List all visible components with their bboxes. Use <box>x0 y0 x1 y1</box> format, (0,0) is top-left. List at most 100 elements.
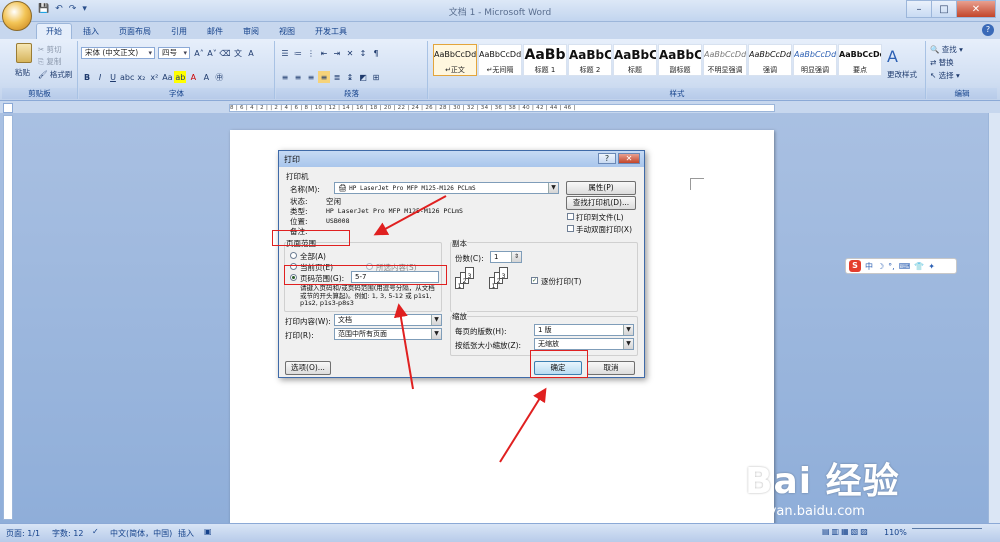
tab-insert[interactable]: 插入 <box>74 24 108 39</box>
style-emphasis[interactable]: AaBbCcDd 强调 <box>748 44 792 76</box>
properties-button[interactable]: 属性(P) <box>566 181 636 195</box>
change-styles-icon[interactable]: A <box>887 47 898 66</box>
ime-tools-icon[interactable]: ✦ <box>928 262 935 271</box>
status-insert-mode[interactable]: 插入 <box>178 528 194 539</box>
minimize-button[interactable]: – <box>906 0 932 18</box>
style-heading-2[interactable]: AaBbC 标题 2 <box>568 44 612 76</box>
status-words[interactable]: 字数: 12 <box>52 528 83 539</box>
chinese-layout-icon[interactable]: ✕ <box>344 47 356 59</box>
phonetic-icon[interactable]: 文 <box>232 47 244 59</box>
options-button[interactable]: 选项(O)... <box>285 361 331 375</box>
collate-checkbox[interactable]: ✓ <box>531 277 538 284</box>
ime-keyboard-icon[interactable]: ⌨ <box>899 262 911 271</box>
char-border-icon[interactable]: A <box>245 47 257 59</box>
center-icon[interactable]: ≡ <box>292 71 304 83</box>
char-shading-icon[interactable]: A <box>200 71 212 83</box>
print-what-select[interactable]: 文档 ▼ <box>334 314 442 326</box>
superscript-icon[interactable]: x² <box>148 71 160 83</box>
tab-home[interactable]: 开始 <box>36 23 72 39</box>
decrease-indent-icon[interactable]: ⇤ <box>318 47 330 59</box>
ime-punct-icon[interactable]: °, <box>888 262 895 271</box>
multilevel-icon[interactable]: ⋮ <box>305 47 317 59</box>
tab-review[interactable]: 审阅 <box>234 24 268 39</box>
vertical-ruler[interactable] <box>3 115 13 520</box>
status-page[interactable]: 页面: 1/1 <box>6 528 40 539</box>
tab-developer[interactable]: 开发工具 <box>306 24 356 39</box>
cut-button[interactable]: ✂ 剪切 <box>38 44 62 55</box>
numbering-icon[interactable]: ≔ <box>292 47 304 59</box>
change-styles-button[interactable]: 更改样式 <box>887 69 917 80</box>
dialog-help-button[interactable]: ? <box>598 153 616 164</box>
find-button[interactable]: 🔍 查找 ▾ <box>930 44 963 55</box>
ime-moon-icon[interactable]: ☽ <box>877 262 884 271</box>
select-button[interactable]: ↖ 选择 ▾ <box>930 70 960 81</box>
tab-page-layout[interactable]: 页面布局 <box>110 24 160 39</box>
help-icon[interactable]: ? <box>982 24 994 36</box>
sort-icon[interactable]: ↕ <box>357 47 369 59</box>
tab-mailings[interactable]: 邮件 <box>198 24 232 39</box>
grow-font-icon[interactable]: A˄ <box>193 47 205 59</box>
format-painter-button[interactable]: 🖌 格式刷 <box>38 69 72 80</box>
style-title[interactable]: AaBbC 标题 <box>613 44 657 76</box>
clear-format-icon[interactable]: ⌫ <box>219 47 231 59</box>
close-button[interactable]: ✕ <box>956 0 996 18</box>
find-printer-button[interactable]: 查找打印机(D)... <box>566 196 636 210</box>
print-to-file-checkbox[interactable] <box>567 213 574 220</box>
paste-icon[interactable] <box>16 43 32 63</box>
style-normal[interactable]: AaBbCcDd ↵正文 <box>433 44 477 76</box>
tab-stop-selector[interactable] <box>3 103 13 113</box>
pages-per-sheet-select[interactable]: 1 版 ▼ <box>534 324 634 336</box>
spellcheck-icon[interactable]: ✓ <box>92 527 99 536</box>
macro-record-icon[interactable]: ▣ <box>204 527 212 536</box>
increase-indent-icon[interactable]: ⇥ <box>331 47 343 59</box>
line-spacing-icon[interactable]: ↨ <box>344 71 356 83</box>
style-intense-emphasis[interactable]: AaBbCcDd 明显强调 <box>793 44 837 76</box>
font-name-combo[interactable]: 宋体 (中文正文) <box>81 47 155 59</box>
italic-icon[interactable]: I <box>94 71 106 83</box>
office-button[interactable] <box>2 1 32 31</box>
printer-name-select[interactable]: 🖨 HP LaserJet Pro MFP M125-M126 PCLmS ▼ <box>334 182 559 194</box>
style-heading-1[interactable]: AaBb 标题 1 <box>523 44 567 76</box>
copy-button[interactable]: ⎘ 复制 <box>38 56 61 67</box>
spinner-icon[interactable]: ⇕ <box>511 252 521 262</box>
print-select[interactable]: 范围中所有页面 ▼ <box>334 328 442 340</box>
shrink-font-icon[interactable]: A˅ <box>206 47 218 59</box>
strikethrough-icon[interactable]: abc <box>120 71 134 83</box>
shading-icon[interactable]: ◩ <box>357 71 369 83</box>
change-case-icon[interactable]: Aa <box>161 71 173 83</box>
ime-skin-icon[interactable]: 👕 <box>914 262 924 271</box>
view-buttons[interactable]: ▤▥▦▧▨ <box>822 527 870 536</box>
zoom-slider[interactable] <box>912 528 982 536</box>
distributed-icon[interactable]: ≣ <box>331 71 343 83</box>
font-size-combo[interactable]: 四号 <box>158 47 190 59</box>
ime-chinese-icon[interactable]: 中 <box>865 261 873 272</box>
enclose-char-icon[interactable]: ㊥ <box>213 71 225 83</box>
style-strong[interactable]: AaBbCcDd 要点 <box>838 44 882 76</box>
bullets-icon[interactable]: ☰ <box>279 47 291 59</box>
style-no-spacing[interactable]: AaBbCcDd ↵无间隔 <box>478 44 522 76</box>
paste-button[interactable]: 粘贴 <box>15 67 30 78</box>
cancel-button[interactable]: 取消 <box>587 361 635 375</box>
subscript-icon[interactable]: x₂ <box>135 71 147 83</box>
status-language[interactable]: 中文(简体，中国) <box>110 528 172 539</box>
copies-input[interactable]: 1 ⇕ <box>490 251 522 263</box>
show-marks-icon[interactable]: ¶ <box>370 47 382 59</box>
tab-references[interactable]: 引用 <box>162 24 196 39</box>
justify-icon[interactable]: ≡ <box>318 71 330 83</box>
bold-icon[interactable]: B <box>81 71 93 83</box>
dialog-close-button[interactable]: ✕ <box>618 153 640 164</box>
manual-duplex-checkbox[interactable] <box>567 225 574 232</box>
underline-icon[interactable]: U <box>107 71 119 83</box>
style-subtitle[interactable]: AaBbC 副标题 <box>658 44 702 76</box>
horizontal-ruler[interactable]: 8 | 6 | 4 | 2 | | 2 | 4 | 6 | 8 | 10 | 1… <box>229 104 775 112</box>
style-subtle-emphasis[interactable]: AaBbCcDd 不明显强调 <box>703 44 747 76</box>
maximize-button[interactable]: □ <box>931 0 957 18</box>
align-left-icon[interactable]: ≡ <box>279 71 291 83</box>
all-pages-radio[interactable] <box>290 252 297 259</box>
tab-view[interactable]: 视图 <box>270 24 304 39</box>
status-zoom[interactable]: 110% <box>884 528 907 537</box>
highlight-icon[interactable]: ab <box>174 71 187 83</box>
scale-select[interactable]: 无缩放 ▼ <box>534 338 634 350</box>
ime-toolbar[interactable]: S 中 ☽ °, ⌨ 👕 ✦ <box>845 258 957 274</box>
borders-icon[interactable]: ⊞ <box>370 71 382 83</box>
